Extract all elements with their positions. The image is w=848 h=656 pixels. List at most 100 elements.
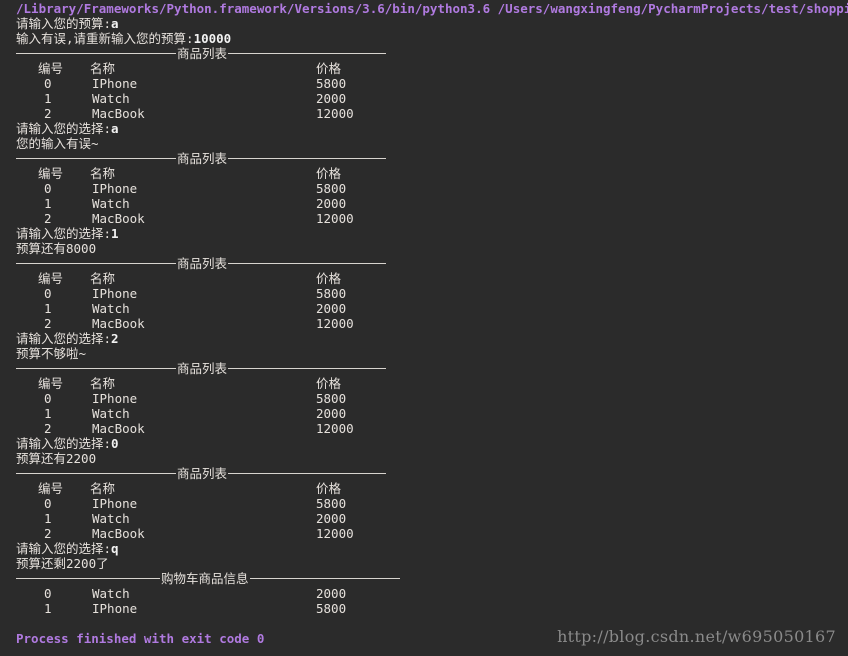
header-name: 名称: [90, 271, 116, 286]
cell-price: 12000: [316, 526, 354, 541]
cell-name: Watch: [92, 196, 130, 211]
cell-name: MacBook: [92, 106, 145, 121]
cell-id: 2: [44, 106, 52, 121]
message-invalid: 您的输入有误~: [16, 136, 99, 151]
cell-price: 5800: [316, 601, 347, 616]
table-row: 2 MacBook 12000: [16, 211, 848, 226]
cell-id: 0: [44, 286, 52, 301]
cell-price: 5800: [316, 496, 347, 511]
cell-id: 1: [44, 91, 52, 106]
cell-price: 2000: [316, 301, 347, 316]
header-name: 名称: [90, 376, 116, 391]
cell-price: 5800: [316, 181, 347, 196]
header-price: 价格: [316, 376, 342, 391]
cell-name: IPhone: [92, 76, 138, 91]
cell-id: 0: [44, 181, 52, 196]
header-id: 编号: [38, 376, 64, 391]
cell-price: 5800: [316, 391, 347, 406]
cart-row: 1 IPhone 5800: [16, 601, 848, 616]
cell-name: MacBook: [92, 211, 145, 226]
prompt-choice: 请输入您的选择:0: [16, 436, 848, 451]
divider-title: 商品列表: [177, 151, 228, 166]
header-price: 价格: [316, 271, 342, 286]
cell-name: Watch: [92, 301, 130, 316]
cell-id: 1: [44, 406, 52, 421]
watermark: http://blog.csdn.net/w695050167: [557, 627, 836, 646]
message-remain: 预算还有8000: [16, 241, 97, 256]
cell-price: 5800: [316, 76, 347, 91]
cell-name: IPhone: [92, 496, 138, 511]
prompt-text: 请输入您的选择:: [16, 121, 112, 136]
cell-price: 2000: [316, 406, 347, 421]
header-id: 编号: [38, 271, 64, 286]
cell-price: 5800: [316, 286, 347, 301]
product-list-divider: 商品列表: [16, 151, 848, 166]
cell-name: Watch: [92, 511, 130, 526]
cell-price: 12000: [316, 316, 354, 331]
table-row: 0 IPhone 5800: [16, 496, 848, 511]
cell-id: 1: [44, 301, 52, 316]
message-insufficient: 预算不够啦~: [16, 346, 87, 361]
header-price: 价格: [316, 61, 342, 76]
prompt-budget-retry: 输入有误,请重新输入您的预算:10000: [16, 31, 848, 46]
table-header: 编号 名称 价格: [16, 61, 848, 76]
table-row: 0 IPhone 5800: [16, 76, 848, 91]
table-header: 编号 名称 价格: [16, 271, 848, 286]
user-input: q: [111, 541, 119, 556]
product-list-divider: 商品列表: [16, 361, 848, 376]
header-price: 价格: [316, 481, 342, 496]
run-command: /Library/Frameworks/Python.framework/Ver…: [16, 1, 848, 16]
divider-title: 商品列表: [177, 256, 228, 271]
cell-name: Watch: [92, 406, 130, 421]
cell-name: IPhone: [92, 391, 138, 406]
cell-id: 2: [44, 526, 52, 541]
user-input: a: [111, 121, 119, 136]
header-price: 价格: [316, 166, 342, 181]
divider-title: 商品列表: [177, 466, 228, 481]
cell-price: 12000: [316, 421, 354, 436]
cell-price: 2000: [316, 511, 347, 526]
header-name: 名称: [90, 481, 116, 496]
cell-id: 1: [44, 601, 52, 616]
prompt-budget: 请输入您的预算:a: [16, 16, 848, 31]
user-input: a: [111, 16, 119, 31]
prompt-text: 请输入您的选择:: [16, 541, 112, 556]
table-header: 编号 名称 价格: [16, 481, 848, 496]
cell-name: MacBook: [92, 526, 145, 541]
header-id: 编号: [38, 166, 64, 181]
cart-row: 0 Watch 2000: [16, 586, 848, 601]
table-row: 1 Watch 2000: [16, 301, 848, 316]
prompt-choice: 请输入您的选择:1: [16, 226, 848, 241]
cell-id: 0: [44, 391, 52, 406]
table-header: 编号 名称 价格: [16, 376, 848, 391]
cell-name: MacBook: [92, 421, 145, 436]
prompt-text: 请输入您的预算:: [16, 16, 112, 31]
prompt-choice: 请输入您的选择:a: [16, 121, 848, 136]
cell-price: 12000: [316, 106, 354, 121]
cell-name: IPhone: [92, 601, 138, 616]
table-row: 1 Watch 2000: [16, 511, 848, 526]
table-row: 2 MacBook 12000: [16, 106, 848, 121]
product-list-divider: 商品列表: [16, 466, 848, 481]
message-remain: 预算还有2200: [16, 451, 97, 466]
cell-price: 2000: [316, 586, 347, 601]
cell-id: 2: [44, 421, 52, 436]
divider-title: 商品列表: [177, 361, 228, 376]
prompt-text: 请输入您的选择:: [16, 436, 112, 451]
cell-id: 0: [44, 76, 52, 91]
cell-name: MacBook: [92, 316, 145, 331]
table-row: 1 Watch 2000: [16, 196, 848, 211]
table-row: 0 IPhone 5800: [16, 286, 848, 301]
console-output[interactable]: /Library/Frameworks/Python.framework/Ver…: [0, 0, 848, 656]
user-input: 0: [111, 436, 119, 451]
prompt-text: 请输入您的选择:: [16, 331, 112, 346]
header-id: 编号: [38, 61, 64, 76]
product-list-divider: 商品列表: [16, 46, 848, 61]
header-id: 编号: [38, 481, 64, 496]
table-row: 0 IPhone 5800: [16, 181, 848, 196]
cell-name: IPhone: [92, 286, 138, 301]
table-row: 1 Watch 2000: [16, 406, 848, 421]
cell-name: IPhone: [92, 181, 138, 196]
header-name: 名称: [90, 166, 116, 181]
product-list-divider: 商品列表: [16, 256, 848, 271]
